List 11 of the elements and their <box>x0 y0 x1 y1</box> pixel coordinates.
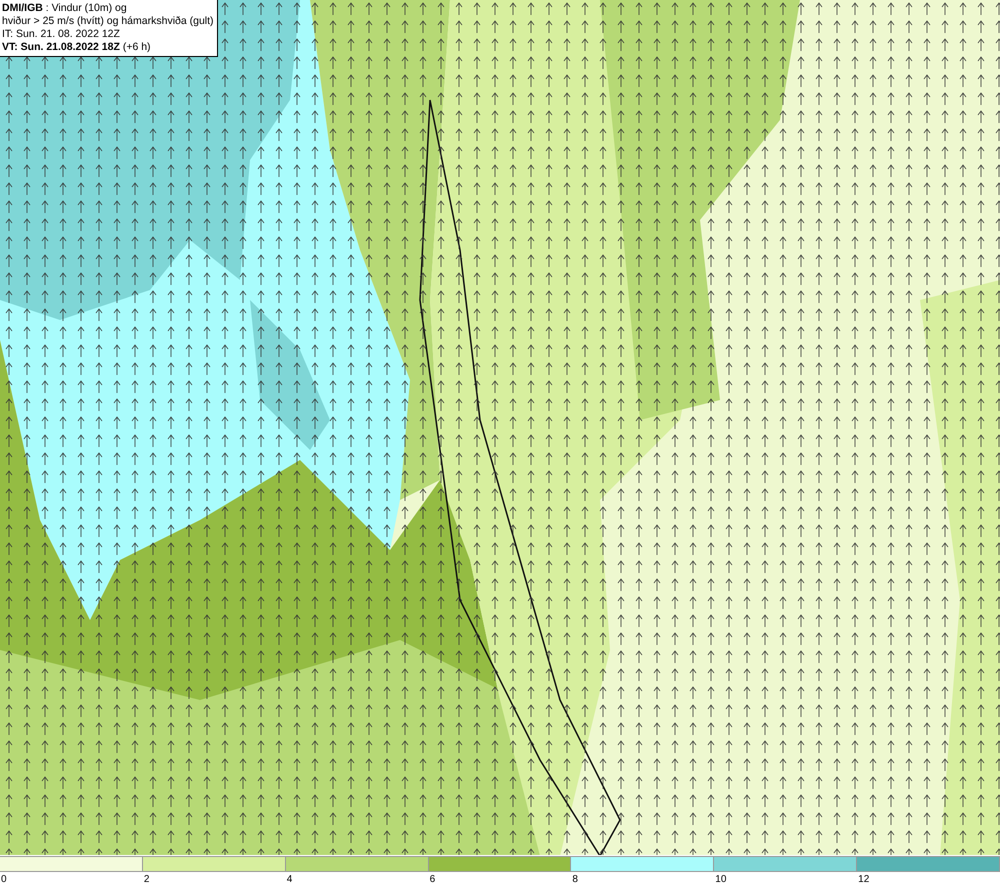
legend-label: 4 <box>286 873 292 887</box>
legend-label: 2 <box>142 873 150 887</box>
legend-label: 8 <box>571 873 578 887</box>
title-line: VT: Sun. 21.08.2022 18Z (+6 h) <box>2 41 152 54</box>
legend-label: 12 <box>857 873 870 887</box>
legend-label: 10 <box>714 873 726 887</box>
legend-label: 6 <box>428 873 436 887</box>
title-line: DMI/IGB : Vindur (10m) og <box>2 2 128 15</box>
title-line: hviður > 25 m/s (hvítt) og hámarkshviða (gult) <box>2 15 214 28</box>
title-line: IT: Sun. 21. 08. 2022 12Z <box>2 28 121 41</box>
legend-label: 0 <box>0 873 7 887</box>
